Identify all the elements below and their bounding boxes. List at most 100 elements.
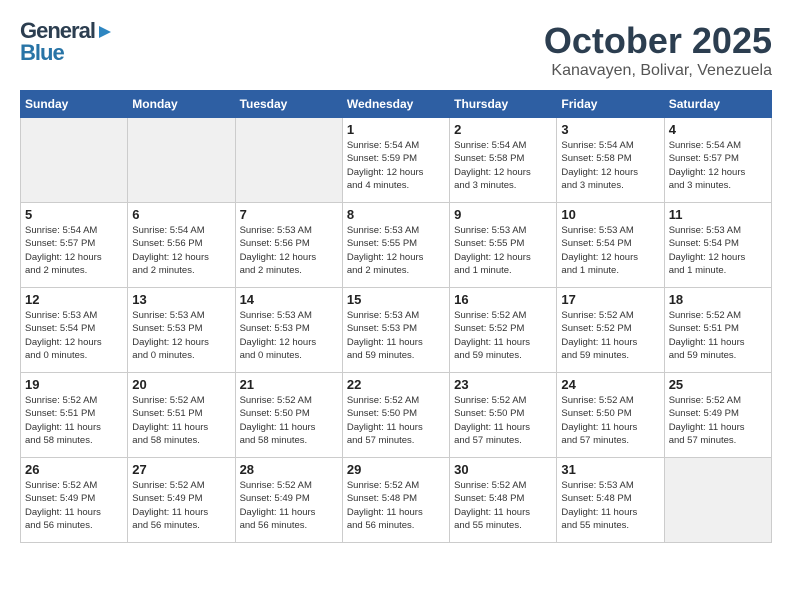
calendar-cell: 13Sunrise: 5:53 AM Sunset: 5:53 PM Dayli… xyxy=(128,288,235,373)
calendar-cell: 5 Sunrise: 5:54 AM Sunset: 5:57 PM Daylig… xyxy=(21,203,128,288)
day-info: Sunrise: 5:52 AM Sunset: 5:48 PM Dayligh… xyxy=(347,479,445,532)
calendar-cell xyxy=(128,118,235,203)
calendar-cell: 21 Sunrise: 5:52 AM Sunset: 5:50 PM Dayli… xyxy=(235,373,342,458)
calendar-cell: 6 Sunrise: 5:54 AM Sunset: 5:56 PM Daylig… xyxy=(128,203,235,288)
day-info: Sunrise: 5:53 AM Sunset: 5:53 PM Dayligh… xyxy=(240,309,338,362)
day-number: 29 xyxy=(347,462,445,477)
weekday-header-row: SundayMondayTuesdayWednesdayThursdayFrid… xyxy=(21,91,772,118)
day-number: 13 xyxy=(132,292,230,307)
weekday-header-wednesday: Wednesday xyxy=(342,91,449,118)
weekday-header-sunday: Sunday xyxy=(21,91,128,118)
day-info: Sunrise: 5:52 AM Sunset: 5:49 PM Dayligh… xyxy=(132,479,230,532)
weekday-header-saturday: Saturday xyxy=(664,91,771,118)
calendar-cell: 7 Sunrise: 5:53 AM Sunset: 5:56 PM Daylig… xyxy=(235,203,342,288)
calendar-cell: 1 Sunrise: 5:54 AM Sunset: 5:59 PM Daylig… xyxy=(342,118,449,203)
calendar-cell: 31 Sunrise: 5:53 AM Sunset: 5:48 PM Dayli… xyxy=(557,458,664,543)
day-number: 11 xyxy=(669,207,767,222)
day-info: Sunrise: 5:54 AM Sunset: 5:59 PM Dayligh… xyxy=(347,139,445,192)
day-number: 2 xyxy=(454,122,552,137)
day-number: 7 xyxy=(240,207,338,222)
day-number: 22 xyxy=(347,377,445,392)
calendar-cell xyxy=(664,458,771,543)
day-info: Sunrise: 5:52 AM Sunset: 5:51 PM Dayligh… xyxy=(132,394,230,447)
day-info: Sunrise: 5:53 AM Sunset: 5:48 PM Dayligh… xyxy=(561,479,659,532)
calendar-cell: 4Sunrise: 5:54 AM Sunset: 5:57 PM Daylig… xyxy=(664,118,771,203)
day-number: 20 xyxy=(132,377,230,392)
day-info: Sunrise: 5:52 AM Sunset: 5:50 PM Dayligh… xyxy=(454,394,552,447)
calendar-week-row: 1 Sunrise: 5:54 AM Sunset: 5:59 PM Daylig… xyxy=(21,118,772,203)
day-number: 16 xyxy=(454,292,552,307)
day-number: 31 xyxy=(561,462,659,477)
day-number: 30 xyxy=(454,462,552,477)
day-info: Sunrise: 5:52 AM Sunset: 5:50 PM Dayligh… xyxy=(240,394,338,447)
day-info: Sunrise: 5:53 AM Sunset: 5:55 PM Dayligh… xyxy=(454,224,552,277)
day-number: 5 xyxy=(25,207,123,222)
day-number: 19 xyxy=(25,377,123,392)
logo-general: General xyxy=(20,20,95,42)
day-info: Sunrise: 5:54 AM Sunset: 5:56 PM Dayligh… xyxy=(132,224,230,277)
weekday-header-tuesday: Tuesday xyxy=(235,91,342,118)
day-number: 1 xyxy=(347,122,445,137)
day-info: Sunrise: 5:54 AM Sunset: 5:57 PM Dayligh… xyxy=(669,139,767,192)
day-info: Sunrise: 5:53 AM Sunset: 5:56 PM Dayligh… xyxy=(240,224,338,277)
calendar-cell: 11 Sunrise: 5:53 AM Sunset: 5:54 PM Dayli… xyxy=(664,203,771,288)
day-number: 24 xyxy=(561,377,659,392)
calendar-cell: 2 Sunrise: 5:54 AM Sunset: 5:58 PM Daylig… xyxy=(450,118,557,203)
logo-arrow-icon xyxy=(97,24,113,40)
day-number: 27 xyxy=(132,462,230,477)
day-number: 28 xyxy=(240,462,338,477)
day-info: Sunrise: 5:53 AM Sunset: 5:53 PM Dayligh… xyxy=(347,309,445,362)
day-number: 9 xyxy=(454,207,552,222)
page-header: General Blue October 2025 Kanavayen, Bol… xyxy=(20,20,772,80)
day-info: Sunrise: 5:53 AM Sunset: 5:55 PM Dayligh… xyxy=(347,224,445,277)
day-info: Sunrise: 5:52 AM Sunset: 5:51 PM Dayligh… xyxy=(25,394,123,447)
calendar-cell: 14Sunrise: 5:53 AM Sunset: 5:53 PM Dayli… xyxy=(235,288,342,373)
calendar-cell xyxy=(21,118,128,203)
day-info: Sunrise: 5:52 AM Sunset: 5:49 PM Dayligh… xyxy=(25,479,123,532)
calendar-cell: 27 Sunrise: 5:52 AM Sunset: 5:49 PM Dayli… xyxy=(128,458,235,543)
day-number: 10 xyxy=(561,207,659,222)
day-info: Sunrise: 5:52 AM Sunset: 5:48 PM Dayligh… xyxy=(454,479,552,532)
day-number: 15 xyxy=(347,292,445,307)
calendar-cell: 30 Sunrise: 5:52 AM Sunset: 5:48 PM Dayli… xyxy=(450,458,557,543)
day-number: 6 xyxy=(132,207,230,222)
calendar-week-row: 5 Sunrise: 5:54 AM Sunset: 5:57 PM Daylig… xyxy=(21,203,772,288)
day-info: Sunrise: 5:52 AM Sunset: 5:52 PM Dayligh… xyxy=(454,309,552,362)
day-number: 12 xyxy=(25,292,123,307)
day-number: 23 xyxy=(454,377,552,392)
day-info: Sunrise: 5:54 AM Sunset: 5:58 PM Dayligh… xyxy=(561,139,659,192)
calendar-cell: 12Sunrise: 5:53 AM Sunset: 5:54 PM Dayli… xyxy=(21,288,128,373)
calendar-cell: 3Sunrise: 5:54 AM Sunset: 5:58 PM Daylig… xyxy=(557,118,664,203)
day-info: Sunrise: 5:52 AM Sunset: 5:49 PM Dayligh… xyxy=(669,394,767,447)
calendar-cell: 10 Sunrise: 5:53 AM Sunset: 5:54 PM Dayli… xyxy=(557,203,664,288)
calendar-cell xyxy=(235,118,342,203)
calendar-cell: 18 Sunrise: 5:52 AM Sunset: 5:51 PM Dayli… xyxy=(664,288,771,373)
day-info: Sunrise: 5:52 AM Sunset: 5:50 PM Dayligh… xyxy=(347,394,445,447)
calendar-cell: 19 Sunrise: 5:52 AM Sunset: 5:51 PM Dayli… xyxy=(21,373,128,458)
calendar-week-row: 12Sunrise: 5:53 AM Sunset: 5:54 PM Dayli… xyxy=(21,288,772,373)
calendar-cell: 26 Sunrise: 5:52 AM Sunset: 5:49 PM Dayli… xyxy=(21,458,128,543)
day-info: Sunrise: 5:52 AM Sunset: 5:51 PM Dayligh… xyxy=(669,309,767,362)
calendar-cell: 24 Sunrise: 5:52 AM Sunset: 5:50 PM Dayli… xyxy=(557,373,664,458)
calendar-cell: 8 Sunrise: 5:53 AM Sunset: 5:55 PM Daylig… xyxy=(342,203,449,288)
weekday-header-thursday: Thursday xyxy=(450,91,557,118)
calendar-cell: 15 Sunrise: 5:53 AM Sunset: 5:53 PM Dayli… xyxy=(342,288,449,373)
calendar-cell: 29 Sunrise: 5:52 AM Sunset: 5:48 PM Dayli… xyxy=(342,458,449,543)
day-number: 21 xyxy=(240,377,338,392)
calendar-table: SundayMondayTuesdayWednesdayThursdayFrid… xyxy=(20,90,772,543)
weekday-header-friday: Friday xyxy=(557,91,664,118)
weekday-header-monday: Monday xyxy=(128,91,235,118)
day-info: Sunrise: 5:53 AM Sunset: 5:54 PM Dayligh… xyxy=(561,224,659,277)
day-info: Sunrise: 5:54 AM Sunset: 5:58 PM Dayligh… xyxy=(454,139,552,192)
day-info: Sunrise: 5:54 AM Sunset: 5:57 PM Dayligh… xyxy=(25,224,123,277)
month-title: October 2025 xyxy=(544,20,772,62)
calendar-cell: 25Sunrise: 5:52 AM Sunset: 5:49 PM Dayli… xyxy=(664,373,771,458)
calendar-cell: 28 Sunrise: 5:52 AM Sunset: 5:49 PM Dayli… xyxy=(235,458,342,543)
day-info: Sunrise: 5:53 AM Sunset: 5:54 PM Dayligh… xyxy=(669,224,767,277)
day-info: Sunrise: 5:52 AM Sunset: 5:49 PM Dayligh… xyxy=(240,479,338,532)
calendar-week-row: 19 Sunrise: 5:52 AM Sunset: 5:51 PM Dayli… xyxy=(21,373,772,458)
day-number: 18 xyxy=(669,292,767,307)
day-number: 26 xyxy=(25,462,123,477)
day-info: Sunrise: 5:52 AM Sunset: 5:50 PM Dayligh… xyxy=(561,394,659,447)
day-number: 8 xyxy=(347,207,445,222)
